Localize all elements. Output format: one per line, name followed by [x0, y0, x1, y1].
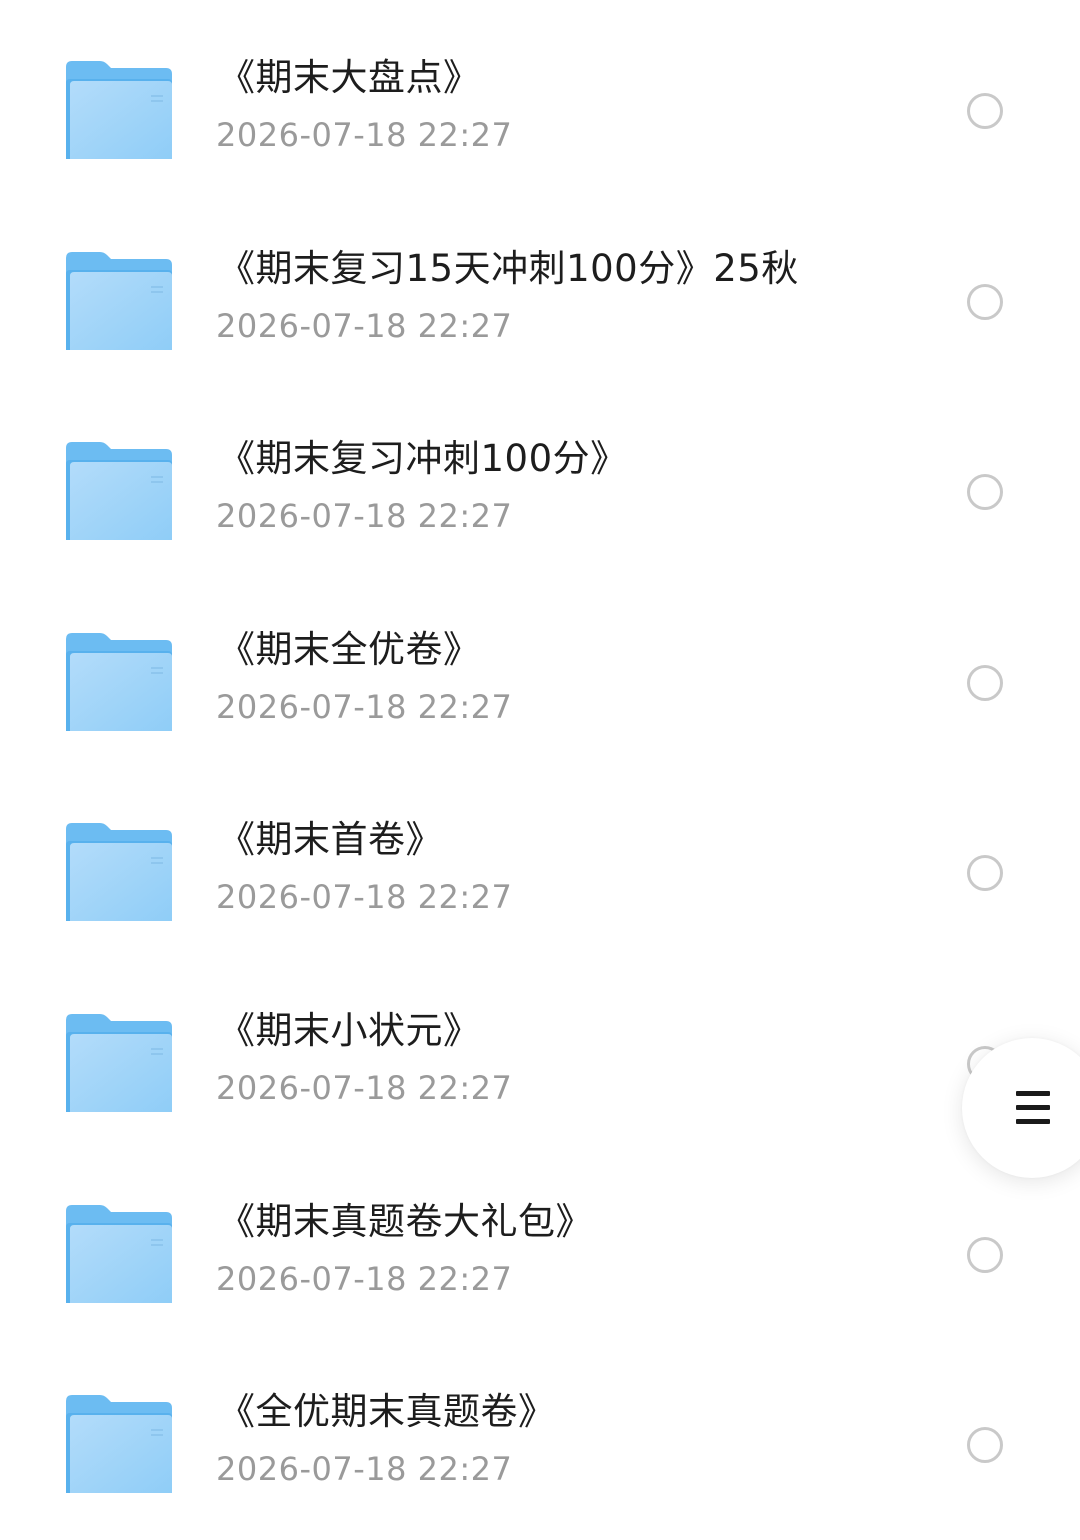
- folder-icon: [64, 1204, 174, 1305]
- file-row[interactable]: 《全优期末真题卷》 2026-07-18 22:27: [0, 1349, 1080, 1540]
- file-name: 《期末大盘点》: [218, 56, 481, 99]
- file-name: 《期末小状元》: [218, 1008, 481, 1052]
- folder-icon: [64, 251, 174, 352]
- file-date: 2026-07-18 22:27: [216, 497, 513, 536]
- folder-icon: [64, 442, 174, 542]
- folder-icon: [64, 632, 174, 733]
- file-date: 2026-07-18 22:27: [216, 1450, 513, 1489]
- file-date: 2026-07-18 22:27: [216, 306, 513, 345]
- folder-icon: [64, 1013, 174, 1114]
- file-name: 《期末全优卷》: [218, 627, 481, 671]
- file-name: 《期末首卷》: [218, 818, 443, 862]
- file-row[interactable]: 《期末大盘点》 2026-07-18 22:27: [0, 15, 1080, 206]
- select-radio[interactable]: [967, 283, 1003, 320]
- file-name: 《期末复习冲刺100分》: [218, 437, 628, 481]
- select-radio[interactable]: [967, 1236, 1003, 1273]
- file-row[interactable]: 《期末复习冲刺100分》 2026-07-18 22:27: [0, 396, 1080, 587]
- folder-icon: [64, 1395, 174, 1495]
- file-date: 2026-07-18 22:27: [216, 1259, 513, 1298]
- file-row[interactable]: 《期末首卷》 2026-07-18 22:27: [0, 777, 1080, 968]
- file-name: 《期末真题卷大礼包》: [218, 1199, 593, 1243]
- file-list: 《期末大盘点》 2026-07-18 22:27 《期末复习15天冲刺100分》…: [0, 15, 1080, 1540]
- select-radio[interactable]: [967, 93, 1003, 129]
- file-name: 《全优期末真题卷》: [218, 1390, 556, 1434]
- select-radio[interactable]: [967, 474, 1003, 511]
- file-date: 2026-07-18 22:27: [216, 116, 513, 154]
- select-radio[interactable]: [967, 1427, 1003, 1464]
- select-radio[interactable]: [967, 855, 1003, 892]
- file-row[interactable]: 《期末真题卷大礼包》 2026-07-18 22:27: [0, 1159, 1080, 1350]
- file-date: 2026-07-18 22:27: [216, 878, 513, 917]
- menu-icon: [1016, 1091, 1050, 1125]
- select-radio[interactable]: [967, 664, 1003, 701]
- folder-icon: [64, 61, 174, 161]
- file-date: 2026-07-18 22:27: [216, 687, 513, 726]
- file-row[interactable]: 《期末小状元》 2026-07-18 22:27: [0, 968, 1080, 1159]
- file-row[interactable]: 《期末全优卷》 2026-07-18 22:27: [0, 587, 1080, 778]
- folder-icon: [64, 823, 174, 923]
- file-name: 《期末复习15天冲刺100分》25秋: [218, 246, 799, 290]
- file-row[interactable]: 《期末复习15天冲刺100分》25秋 2026-07-18 22:27: [0, 206, 1080, 397]
- file-date: 2026-07-18 22:27: [216, 1068, 513, 1107]
